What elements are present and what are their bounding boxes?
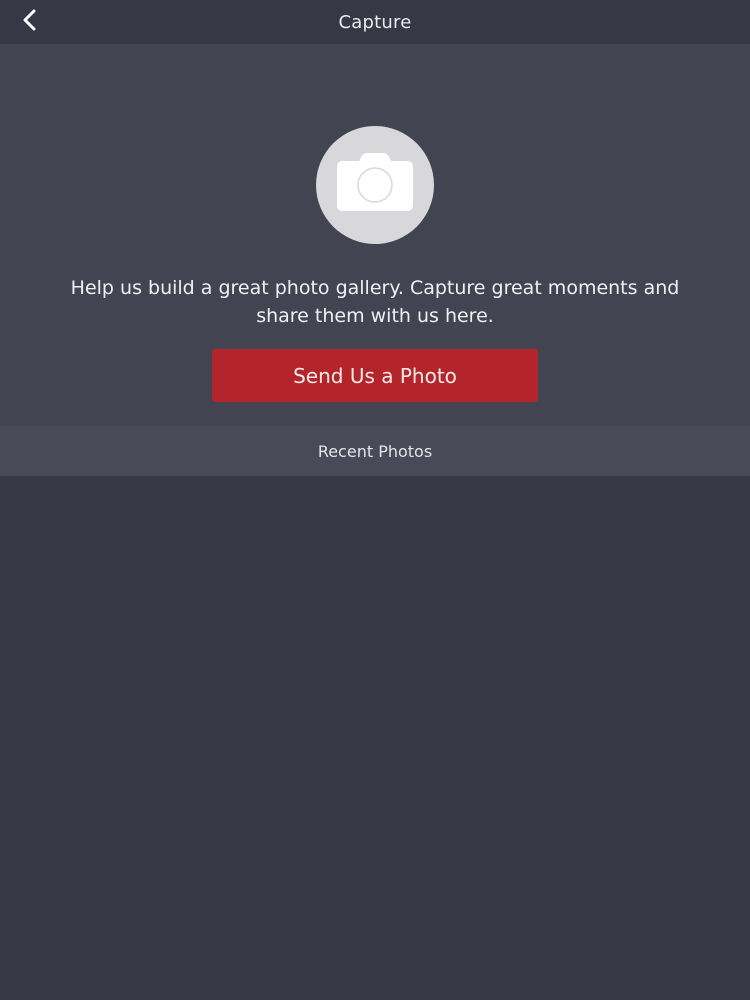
navigation-bar: Capture — [0, 0, 750, 44]
recent-photos-header: Recent Photos — [0, 426, 750, 476]
back-button[interactable] — [14, 6, 46, 38]
capture-hero: Help us build a great photo gallery. Cap… — [0, 44, 750, 426]
camera-icon — [333, 151, 417, 219]
camera-badge — [316, 126, 434, 244]
capture-screen: Capture Help us build a great photo gall… — [0, 0, 750, 1000]
send-photo-button[interactable]: Send Us a Photo — [212, 349, 538, 402]
chevron-left-icon — [20, 9, 40, 35]
hero-message: Help us build a great photo gallery. Cap… — [70, 277, 680, 327]
page-title: Capture — [338, 11, 412, 33]
recent-photos-list — [0, 476, 750, 1000]
